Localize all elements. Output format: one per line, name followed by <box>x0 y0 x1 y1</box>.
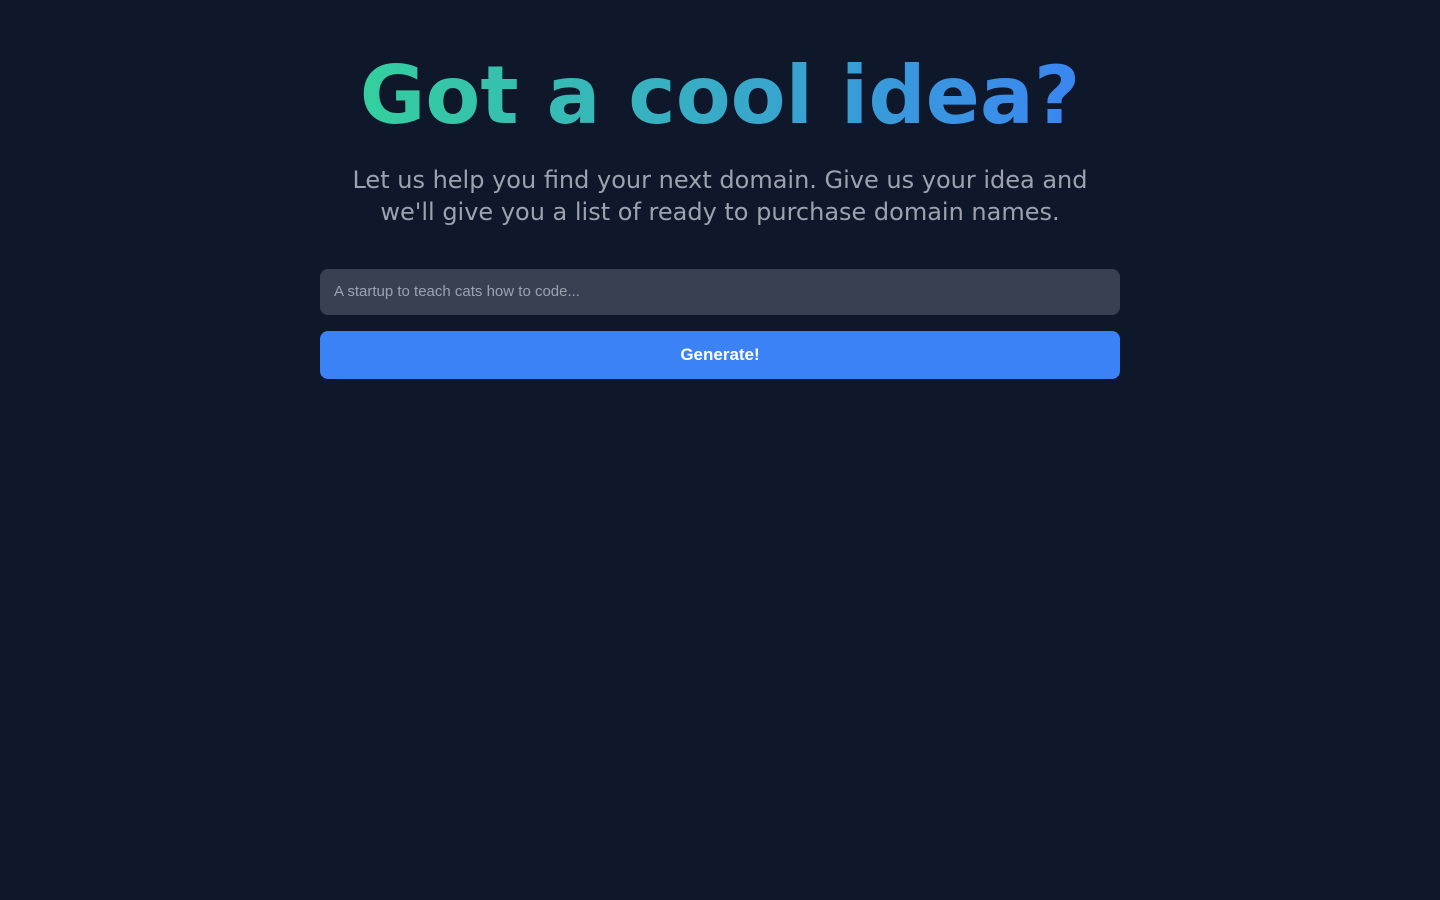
page-headline: Got a cool idea? <box>320 56 1120 136</box>
idea-input[interactable] <box>320 269 1120 315</box>
generate-button[interactable]: Generate! <box>320 331 1120 379</box>
idea-form: Generate! <box>320 269 1120 379</box>
page-subheadline: Let us help you find your next domain. G… <box>320 164 1120 229</box>
hero-container: Got a cool idea? Let us help you find yo… <box>320 0 1120 379</box>
